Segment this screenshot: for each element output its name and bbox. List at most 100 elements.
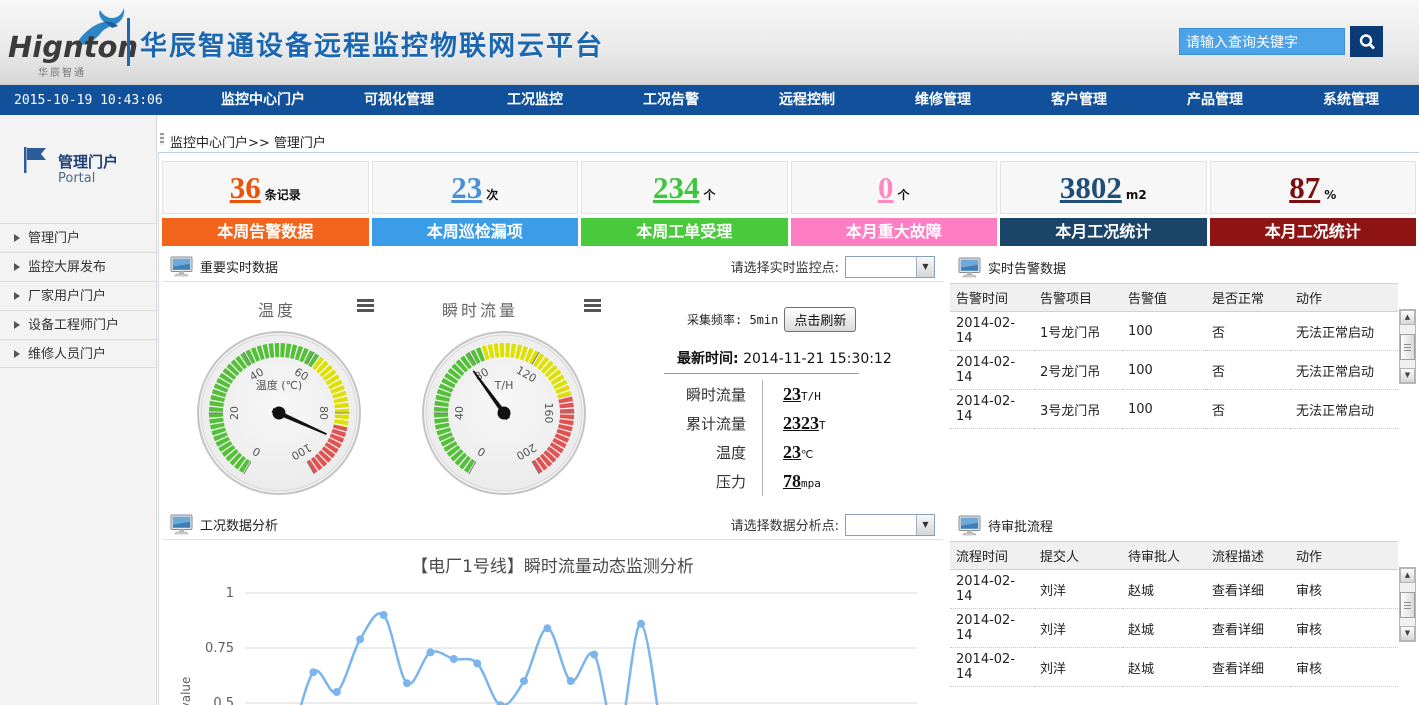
- nav-item-condition-monitor[interactable]: 工况监控: [467, 85, 603, 115]
- stat-label[interactable]: 本月工况统计: [1000, 218, 1207, 246]
- panel-title: 重要实时数据: [200, 257, 278, 276]
- nav-item-visualization[interactable]: 可视化管理: [331, 85, 467, 115]
- sidebar-item-vendor-portal[interactable]: 厂家用户门户: [0, 281, 156, 310]
- logo-divider: [127, 18, 130, 66]
- nav-items: 监控中心门户 可视化管理 工况监控 工况告警 远程控制 维修管理 客户管理 产品…: [195, 85, 1419, 115]
- nav-item-remote-control[interactable]: 远程控制: [739, 85, 875, 115]
- svg-text:40: 40: [453, 406, 466, 420]
- table-row[interactable]: 2014-02-143号龙门吊100否无法正常启动: [950, 390, 1398, 429]
- alarm-panel: 实时告警数据 告警时间 告警项目 告警值 是否正常 动作 2014-02-141…: [950, 252, 1416, 429]
- scroll-thumb[interactable]: [1400, 592, 1415, 618]
- arrow-right-icon: [14, 234, 20, 242]
- breadcrumb[interactable]: 监控中心门户>> 管理门户: [170, 132, 326, 151]
- sidebar-item-repair-portal[interactable]: 维修人员门户: [0, 339, 156, 368]
- stat-value-link[interactable]: 23: [451, 172, 482, 203]
- review-link[interactable]: 审核: [1290, 570, 1398, 609]
- sidebar-item-screen-publish[interactable]: 监控大屏发布: [0, 252, 156, 281]
- nav-item-maintenance[interactable]: 维修管理: [875, 85, 1011, 115]
- review-link[interactable]: 审核: [1290, 648, 1398, 687]
- stat-value-link[interactable]: 0: [878, 172, 894, 203]
- panel-title: 实时告警数据: [988, 258, 1066, 277]
- scroll-up-button[interactable]: ▲: [1400, 568, 1415, 583]
- gauge-menu-icon[interactable]: [584, 299, 601, 312]
- analysis-point-select[interactable]: ▼: [845, 514, 935, 536]
- gauge-temp-title: 温度: [258, 297, 296, 321]
- scroll-up-button[interactable]: ▲: [1400, 310, 1415, 325]
- stat-label[interactable]: 本周巡检漏项: [372, 218, 579, 246]
- gauge-menu-icon[interactable]: [357, 299, 374, 312]
- sidebar-item-admin-portal[interactable]: 管理门户: [0, 223, 156, 252]
- scroll-down-button[interactable]: ▼: [1400, 368, 1415, 383]
- table-header-row: 告警时间 告警项目 告警值 是否正常 动作: [950, 284, 1398, 312]
- nav-item-monitor-center[interactable]: 监控中心门户: [195, 85, 331, 115]
- search-button[interactable]: [1350, 26, 1383, 57]
- scroll-track[interactable]: [1400, 325, 1415, 368]
- readout-value-link[interactable]: 23: [783, 384, 801, 405]
- scrollbar[interactable]: ▲ ▼: [1399, 567, 1416, 642]
- latest-time-label: 最新时间:: [677, 351, 739, 367]
- chevron-down-icon[interactable]: ▼: [916, 515, 934, 535]
- stat-value-link[interactable]: 36: [230, 172, 261, 203]
- frequency-label: 采集频率: 5min: [687, 311, 778, 328]
- stat-label[interactable]: 本周工单受理: [581, 218, 788, 246]
- view-detail-link[interactable]: 查看详细: [1206, 648, 1290, 687]
- logo[interactable]: Hignton 华辰智通: [8, 6, 128, 80]
- nav-item-customer[interactable]: 客户管理: [1011, 85, 1147, 115]
- stat-card-weekly-inspection: 23 次 本周巡检漏项: [372, 161, 579, 246]
- portal-title: 管理门户: [58, 151, 118, 172]
- readout-value-link[interactable]: 23: [783, 442, 801, 463]
- chevron-down-icon[interactable]: ▼: [916, 257, 934, 277]
- sidebar-item-engineer-portal[interactable]: 设备工程师门户: [0, 310, 156, 339]
- table-row[interactable]: 2014-02-141号龙门吊100否无法正常启动: [950, 312, 1398, 351]
- approval-table: 流程时间 提交人 待审批人 流程描述 动作 2014-02-14刘洋赵城查看详细…: [950, 541, 1398, 687]
- nav-item-product[interactable]: 产品管理: [1147, 85, 1283, 115]
- monitor-point-select[interactable]: ▼: [845, 256, 935, 278]
- monitor-icon: [958, 257, 982, 278]
- breadcrumb-grip-icon: [160, 133, 164, 145]
- stat-value-link[interactable]: 87: [1289, 172, 1320, 203]
- stat-cards-row: 36 条记录 本周告警数据 23 次 本周巡检漏项 234 个 本周工单受理 0…: [162, 161, 1416, 246]
- logo-subtitle: 华辰智通: [38, 64, 86, 79]
- scroll-thumb[interactable]: [1400, 334, 1415, 360]
- stat-unit: 个: [703, 186, 715, 203]
- readout-value-link[interactable]: 78: [783, 471, 801, 492]
- table-row[interactable]: 2014-02-14刘洋赵城查看详细审核: [950, 648, 1398, 687]
- table-row[interactable]: 2014-02-14刘洋赵城查看详细审核: [950, 609, 1398, 648]
- flag-icon: [22, 145, 48, 175]
- flow-gauge: 04080120160200T/H: [419, 328, 589, 498]
- scrollbar[interactable]: ▲ ▼: [1399, 309, 1416, 384]
- sidebar-item-label: 设备工程师门户: [28, 318, 119, 333]
- main-nav: 2015-10-19 10:43:06 监控中心门户 可视化管理 工况监控 工况…: [0, 85, 1419, 115]
- view-detail-link[interactable]: 查看详细: [1206, 570, 1290, 609]
- scroll-track[interactable]: [1400, 583, 1415, 626]
- stat-value-link[interactable]: 3802: [1060, 172, 1122, 203]
- sidebar-item-label: 监控大屏发布: [28, 260, 106, 275]
- stat-label[interactable]: 本月重大故障: [791, 218, 998, 246]
- stat-value-link[interactable]: 234: [653, 172, 700, 203]
- stat-card-monthly-faults: 0 个 本月重大故障: [791, 161, 998, 246]
- panel-header: 工况数据分析 请选择数据分析点: ▼: [162, 510, 943, 540]
- search-input[interactable]: [1179, 28, 1345, 55]
- nav-item-system[interactable]: 系统管理: [1283, 85, 1419, 115]
- page-title: 华辰智通设备远程监控物联网云平台: [140, 24, 604, 63]
- panel-header: 实时告警数据: [950, 252, 1416, 282]
- readout-table: 瞬时流量 23T/H 累计流量 2323T 温度 23℃ 压力 78mpa: [622, 380, 882, 496]
- latest-time-value: 2014-11-21 15:30:12: [743, 351, 892, 367]
- review-link[interactable]: 审核: [1290, 609, 1398, 648]
- stat-label[interactable]: 本月工况统计: [1210, 218, 1417, 246]
- stat-label[interactable]: 本周告警数据: [162, 218, 369, 246]
- scroll-down-button[interactable]: ▼: [1400, 626, 1415, 641]
- table-row[interactable]: 2014-02-142号龙门吊100否无法正常启动: [950, 351, 1398, 390]
- refresh-button[interactable]: 点击刷新: [784, 307, 856, 332]
- readout-value-link[interactable]: 2323: [783, 413, 819, 434]
- flow-line-chart: 10.750.50.250value: [172, 578, 932, 705]
- view-detail-link[interactable]: 查看详细: [1206, 609, 1290, 648]
- sidebar-item-label: 厂家用户门户: [28, 289, 106, 304]
- sidebar-menu: 管理门户 监控大屏发布 厂家用户门户 设备工程师门户 维修人员门户: [0, 223, 156, 368]
- top-header: Hignton 华辰智通 华辰智通设备远程监控物联网云平台: [0, 0, 1419, 85]
- readout-row: 压力 78mpa: [622, 467, 882, 496]
- table-row[interactable]: 2014-02-14刘洋赵城查看详细审核: [950, 570, 1398, 609]
- nav-item-condition-alarm[interactable]: 工况告警: [603, 85, 739, 115]
- search-icon: [1358, 33, 1376, 51]
- svg-text:0.5: 0.5: [213, 696, 234, 705]
